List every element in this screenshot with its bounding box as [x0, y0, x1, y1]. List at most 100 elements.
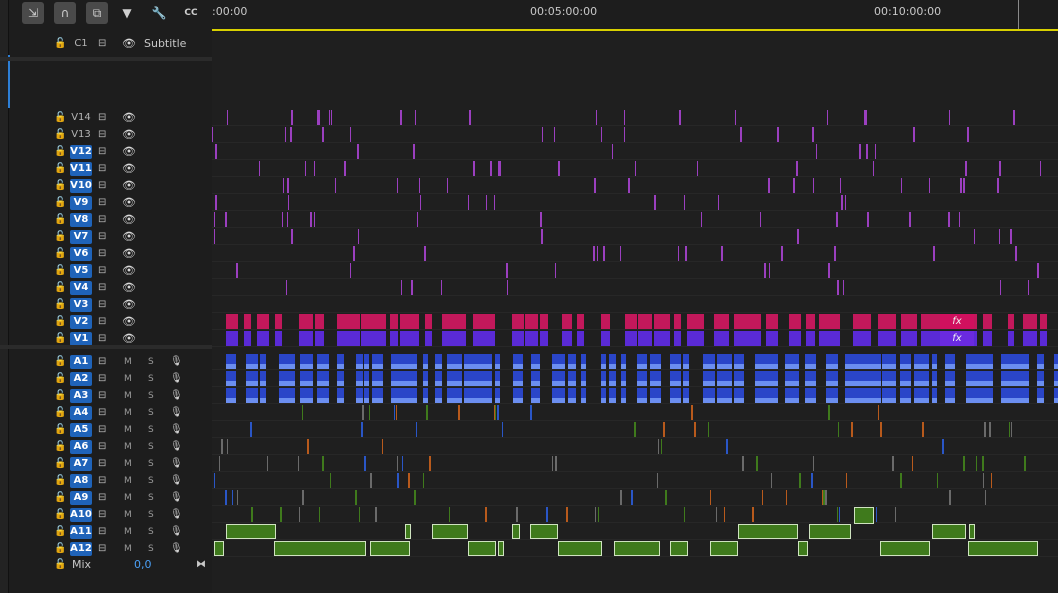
- a12-clip[interactable]: [710, 541, 738, 556]
- edit-marker[interactable]: [285, 127, 286, 142]
- audio-marker[interactable]: [396, 405, 397, 420]
- audio-marker[interactable]: [227, 439, 228, 454]
- lock-icon[interactable]: 🔓: [54, 509, 66, 520]
- audio-marker[interactable]: [552, 456, 553, 471]
- audio-clip[interactable]: [986, 354, 993, 369]
- lock-icon[interactable]: 🔓: [54, 146, 66, 157]
- track-name-a3[interactable]: A3: [70, 388, 92, 403]
- edit-marker[interactable]: [541, 229, 543, 244]
- audio-clip[interactable]: [785, 371, 799, 386]
- edit-marker[interactable]: [685, 246, 687, 261]
- eye-icon[interactable]: 👁: [122, 281, 136, 294]
- voiceover-mic-icon[interactable]: 🎙: [170, 441, 183, 452]
- audio-clip[interactable]: [372, 354, 383, 369]
- audio-marker[interactable]: [362, 405, 364, 420]
- edit-marker[interactable]: [601, 127, 602, 142]
- edit-marker[interactable]: [859, 144, 861, 159]
- audio-marker[interactable]: [214, 473, 215, 488]
- video-track-lane[interactable]: [212, 245, 1058, 262]
- audio-clip[interactable]: [670, 371, 681, 386]
- edit-marker[interactable]: [593, 246, 595, 261]
- audio-marker[interactable]: [485, 507, 487, 522]
- audio-marker[interactable]: [232, 490, 233, 505]
- v1-clip[interactable]: [625, 331, 637, 346]
- audio-marker[interactable]: [595, 507, 596, 522]
- audio-marker[interactable]: [922, 422, 924, 437]
- audio-marker[interactable]: [299, 507, 300, 522]
- a12-clip[interactable]: [614, 541, 660, 556]
- edit-marker[interactable]: [1013, 110, 1015, 125]
- lock-icon[interactable]: 🔓: [54, 180, 66, 191]
- audio-clip[interactable]: [932, 354, 937, 369]
- audio-clip[interactable]: [581, 371, 586, 386]
- audio-clip[interactable]: [1001, 354, 1009, 369]
- audio-clip[interactable]: [495, 354, 500, 369]
- edit-marker[interactable]: [901, 178, 902, 193]
- audio-clip[interactable]: [768, 371, 778, 386]
- v1-clip[interactable]: [698, 331, 704, 346]
- audio-track-lane[interactable]: [212, 489, 1058, 506]
- audio-clip[interactable]: [932, 371, 937, 386]
- add-marker-icon[interactable]: ▼: [116, 2, 138, 24]
- audio-clip[interactable]: [854, 388, 870, 403]
- audio-clip[interactable]: [683, 371, 689, 386]
- toggle-sync-icon[interactable]: ⊟: [98, 543, 106, 554]
- v2-clip[interactable]: [674, 314, 681, 329]
- edit-marker[interactable]: [875, 144, 876, 159]
- edit-marker[interactable]: [283, 178, 284, 193]
- lock-icon[interactable]: 🔓: [54, 390, 66, 401]
- audio-marker[interactable]: [657, 473, 658, 488]
- toggle-sync-icon[interactable]: ⊟: [98, 424, 106, 435]
- captions-icon[interactable]: CC: [180, 2, 202, 24]
- edit-marker[interactable]: [760, 212, 761, 227]
- lock-icon[interactable]: 🔓: [54, 112, 66, 123]
- solo-button[interactable]: S: [148, 493, 154, 503]
- audio-clip[interactable]: [226, 354, 236, 369]
- edit-marker[interactable]: [401, 280, 402, 295]
- snap-magnet-icon[interactable]: ∩: [54, 2, 76, 24]
- track-name-v10[interactable]: V10: [70, 178, 92, 193]
- lock-icon[interactable]: 🔓: [54, 248, 66, 259]
- audio-marker[interactable]: [984, 422, 986, 437]
- v1-clip[interactable]: [601, 331, 610, 346]
- audio-clip[interactable]: [914, 354, 929, 369]
- v1-clip[interactable]: [348, 331, 360, 346]
- audio-clip[interactable]: [226, 388, 236, 403]
- v2-clip[interactable]: [525, 314, 538, 329]
- edit-marker[interactable]: [949, 110, 950, 125]
- edit-marker[interactable]: [828, 263, 830, 278]
- audio-marker[interactable]: [330, 473, 331, 488]
- v2-clip[interactable]: [257, 314, 269, 329]
- v2-clip[interactable]: [789, 314, 801, 329]
- toggle-sync-icon[interactable]: ⊟: [98, 333, 106, 344]
- v1-clip[interactable]: [562, 331, 572, 346]
- edit-marker[interactable]: [540, 212, 542, 227]
- audio-clip[interactable]: [482, 388, 492, 403]
- audio-marker[interactable]: [369, 405, 370, 420]
- a12-clip[interactable]: [798, 541, 808, 556]
- toggle-sync-icon[interactable]: ⊟: [98, 407, 106, 418]
- lock-icon[interactable]: 🔓: [54, 282, 66, 293]
- audio-clip[interactable]: [650, 388, 661, 403]
- eye-icon[interactable]: 👁: [122, 111, 136, 124]
- toggle-sync-icon[interactable]: ⊟: [98, 146, 106, 157]
- audio-marker[interactable]: [225, 490, 227, 505]
- audio-marker[interactable]: [598, 507, 599, 522]
- toggle-sync-icon[interactable]: ⊟: [98, 373, 106, 384]
- audio-marker[interactable]: [708, 422, 709, 437]
- audio-clip[interactable]: [805, 354, 816, 369]
- solo-button[interactable]: S: [148, 510, 154, 520]
- audio-marker[interactable]: [361, 422, 363, 437]
- audio-marker[interactable]: [828, 405, 830, 420]
- v2-clip[interactable]: [698, 314, 704, 329]
- toggle-sync-icon[interactable]: ⊟: [98, 299, 106, 310]
- a12-clip[interactable]: [370, 541, 410, 556]
- v1-clip[interactable]: [455, 331, 466, 346]
- edit-marker[interactable]: [473, 161, 475, 176]
- audio-marker[interactable]: [878, 405, 879, 420]
- track-name-a6[interactable]: A6: [70, 439, 92, 454]
- edit-marker[interactable]: [1010, 229, 1012, 244]
- audio-clip[interactable]: [317, 371, 329, 386]
- edit-marker[interactable]: [997, 178, 999, 193]
- fx-clip[interactable]: fx: [940, 314, 974, 329]
